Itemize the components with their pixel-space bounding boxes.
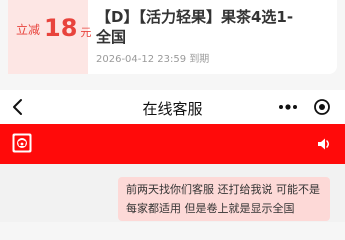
chat-header xyxy=(0,124,345,164)
expiry-date: 2026-04-12 23:59 xyxy=(96,54,187,65)
screen: 立减 18 元 【D】【活力轻果】果茶4选1-全国 2026-04-12 23:59… xyxy=(0,0,345,222)
coupon-title: 【D】【活力轻果】果茶4选1-全国 xyxy=(96,8,294,46)
coupon-expiry: 2026-04-12 23:59 到期 xyxy=(96,50,209,65)
close-circle-icon[interactable] xyxy=(313,98,331,116)
brand-logo-icon xyxy=(12,133,32,153)
amount-number: 18 xyxy=(44,14,78,42)
more-dots-icon[interactable] xyxy=(278,102,298,112)
nav-bar: 在线客服 xyxy=(0,90,345,124)
expiry-suffix: 到期 xyxy=(189,54,210,65)
coupon-amount: 立减 18 元 xyxy=(16,14,91,42)
volume-icon[interactable] xyxy=(316,136,332,152)
amount-prefix: 立减 xyxy=(16,23,41,37)
amount-unit: 元 xyxy=(80,26,92,39)
coupon-amount-panel: 立减 18 元 xyxy=(8,0,91,74)
chat-area: 前两天找你们客服 还打给我说 可能不是每家都适用 但是卷上就是显示全国 xyxy=(0,164,345,222)
coupon-card[interactable]: 立减 18 元 【D】【活力轻果】果茶4选1-全国 2026-04-12 23:59… xyxy=(8,0,337,74)
message-bubble: 前两天找你们客服 还打给我说 可能不是每家都适用 但是卷上就是显示全国 xyxy=(118,177,330,221)
